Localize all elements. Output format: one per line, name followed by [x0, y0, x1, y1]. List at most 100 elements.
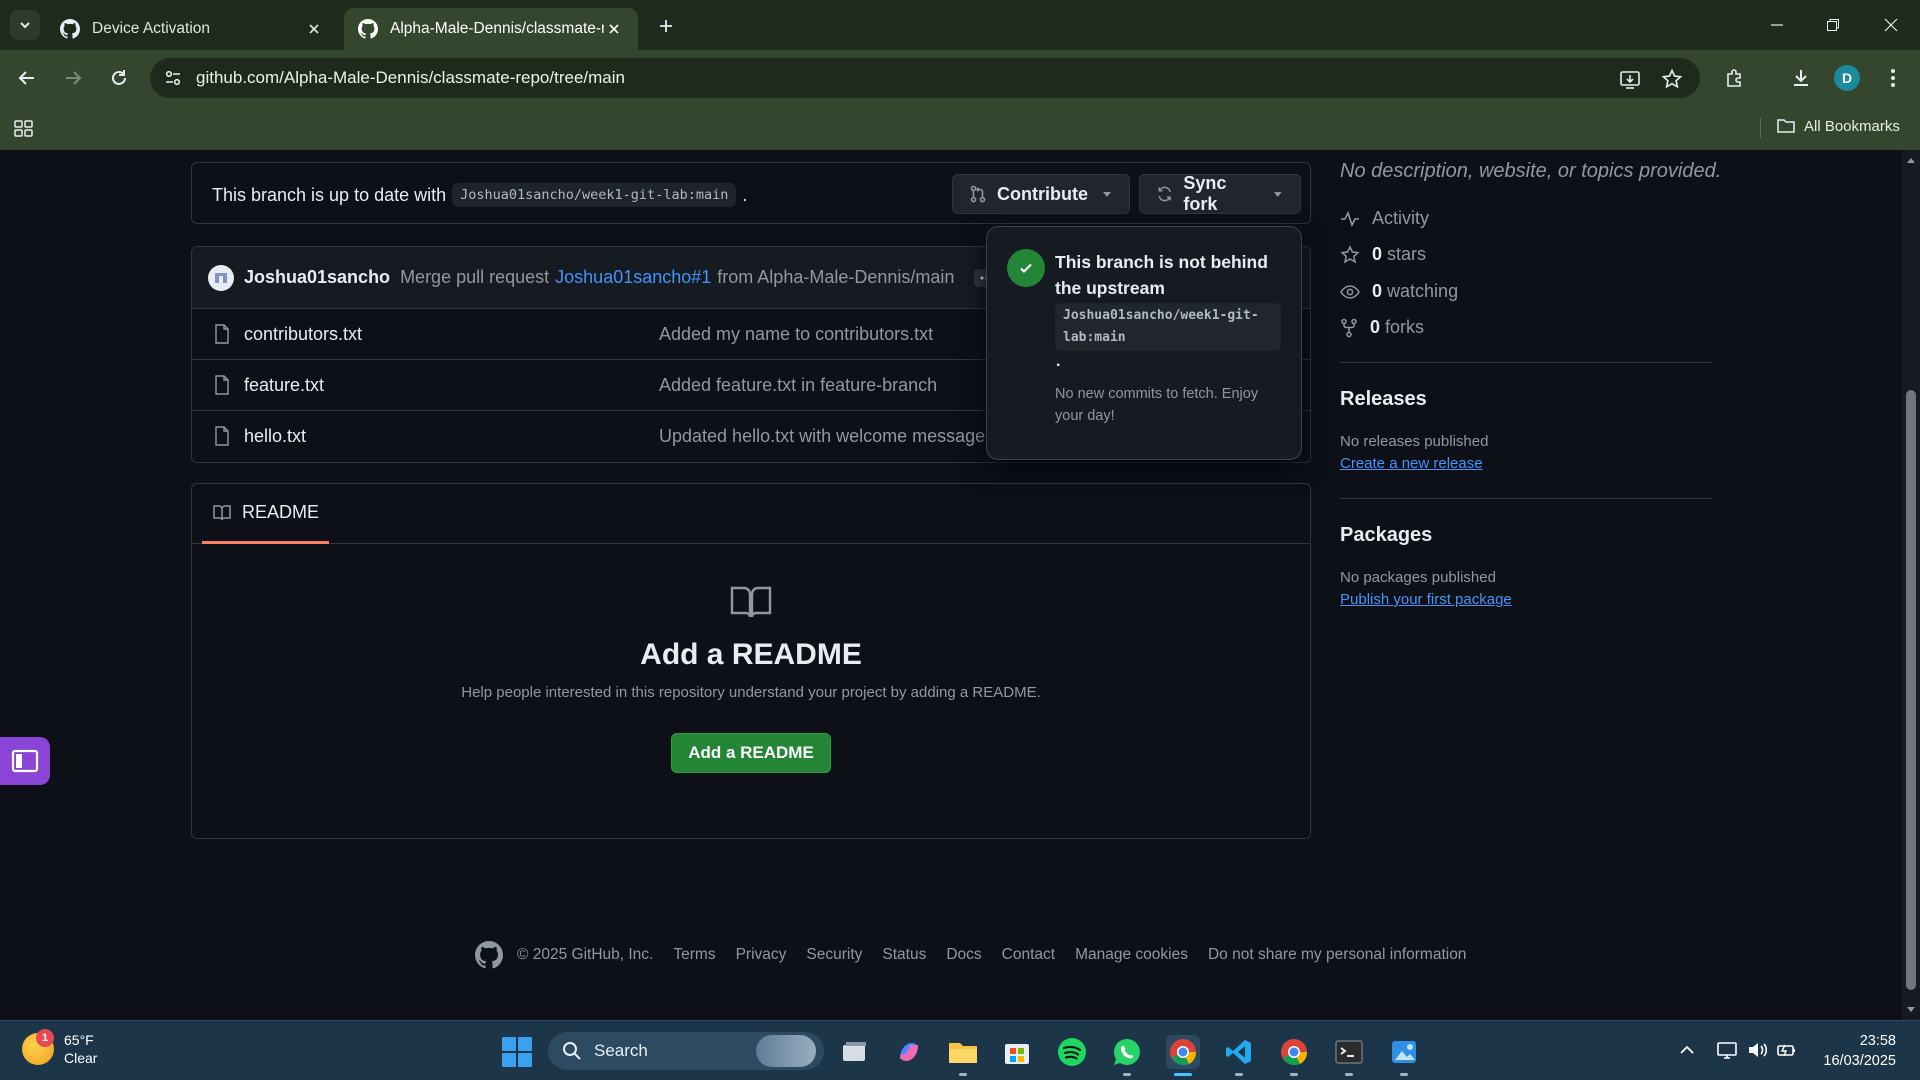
pull-request-link[interactable]: Joshua01sancho#1	[555, 267, 711, 288]
commit-author[interactable]: Joshua01sancho	[244, 267, 390, 288]
microsoft-store-icon[interactable]	[1000, 1035, 1034, 1069]
new-tab-button[interactable]	[652, 12, 680, 40]
chevron-up-icon[interactable]	[1676, 1039, 1698, 1061]
copilot-icon[interactable]	[892, 1035, 926, 1069]
download-icon	[1794, 70, 1808, 86]
tab-readme[interactable]: README	[202, 484, 330, 544]
footer-link-do-not-share[interactable]: Do not share my personal information	[1208, 946, 1466, 964]
minimize-button[interactable]	[1762, 10, 1792, 40]
github-icon[interactable]	[475, 941, 503, 969]
profile-avatar[interactable]: D	[1834, 65, 1860, 91]
downloads-button[interactable]	[1786, 63, 1816, 93]
side-panel-button[interactable]	[0, 737, 50, 785]
sidebar-icon	[11, 749, 39, 773]
sidebar-divider	[1340, 498, 1712, 499]
tab-search-button[interactable]	[10, 10, 40, 40]
file-name[interactable]: contributors.txt	[244, 324, 362, 345]
network-icon[interactable]	[1716, 1039, 1738, 1061]
running-indicator	[1400, 1073, 1408, 1076]
publish-package-link[interactable]: Publish your first package	[1340, 591, 1512, 608]
star-icon	[1340, 244, 1360, 263]
taskbar-search[interactable]: Search	[548, 1032, 824, 1070]
restore-icon	[1827, 19, 1839, 31]
reload-button[interactable]	[104, 63, 134, 93]
system-clock[interactable]: 23:58 16/03/2025	[1812, 1031, 1896, 1071]
clock-time: 23:58	[1859, 1033, 1896, 1049]
footer-link-security[interactable]: Security	[806, 946, 862, 964]
weather-temp: 65°F	[64, 1032, 94, 1048]
address-bar[interactable]: github.com/Alpha-Male-Dennis/classmate-r…	[150, 58, 1700, 98]
spotify-icon[interactable]	[1055, 1035, 1089, 1069]
footer-link-contact[interactable]: Contact	[1002, 946, 1055, 964]
start-button[interactable]	[502, 1037, 532, 1067]
file-name[interactable]: feature.txt	[244, 375, 324, 396]
footer-link-docs[interactable]: Docs	[946, 946, 981, 964]
running-indicator	[959, 1073, 967, 1076]
extensions-button[interactable]	[1720, 63, 1750, 93]
clock-date: 16/03/2025	[1823, 1053, 1896, 1069]
file-explorer-icon[interactable]	[946, 1035, 980, 1069]
page-scrollbar[interactable]	[1902, 150, 1920, 1020]
activity-link[interactable]: Activity	[1340, 208, 1429, 229]
watching-count: 0	[1372, 281, 1383, 301]
install-app-icon[interactable]	[1618, 67, 1642, 91]
releases-heading[interactable]: Releases	[1340, 388, 1427, 411]
avatar[interactable]	[208, 264, 234, 291]
photos-icon[interactable]	[1387, 1035, 1421, 1069]
star-icon[interactable]	[1660, 67, 1684, 91]
task-view-icon[interactable]	[838, 1035, 872, 1069]
add-readme-button[interactable]: Add a README	[671, 733, 831, 773]
forks-link[interactable]: 0 forks	[1340, 317, 1424, 338]
github-icon	[358, 19, 378, 39]
file-commit-message[interactable]: Updated hello.txt with welcome message	[659, 426, 985, 447]
whatsapp-icon[interactable]	[1110, 1035, 1144, 1069]
close-icon[interactable]	[604, 19, 624, 39]
terminal-icon[interactable]	[1332, 1035, 1366, 1069]
browser-tabstrip: Device Activation Alpha-Male-Dennis/clas…	[0, 0, 1920, 50]
footer-link-manage-cookies[interactable]: Manage cookies	[1075, 946, 1188, 964]
tab-device-activation[interactable]: Device Activation	[46, 8, 338, 50]
footer-link-terms[interactable]: Terms	[673, 946, 715, 964]
packages-heading[interactable]: Packages	[1340, 524, 1432, 547]
battery-icon[interactable]	[1776, 1039, 1798, 1061]
browser-menu-button[interactable]	[1878, 63, 1908, 93]
file-commit-message[interactable]: Added feature.txt in feature-branch	[659, 375, 937, 396]
commit-message-suffix: from Alpha-Male-Dennis/main	[717, 267, 955, 287]
sync-icon	[1158, 186, 1171, 202]
scroll-up-icon[interactable]	[1906, 156, 1916, 166]
watching-link[interactable]: 0 watching	[1340, 281, 1458, 302]
volume-icon[interactable]	[1746, 1039, 1768, 1061]
restore-button[interactable]	[1818, 10, 1848, 40]
scrollbar-thumb[interactable]	[1906, 390, 1916, 990]
apps-grid-icon[interactable]	[12, 117, 36, 141]
chrome-icon[interactable]	[1277, 1035, 1311, 1069]
close-icon[interactable]	[304, 19, 324, 39]
vscode-icon[interactable]	[1222, 1035, 1256, 1069]
site-info-icon[interactable]	[162, 67, 184, 89]
contribute-button[interactable]: Contribute	[952, 174, 1130, 214]
sync-fork-button[interactable]: Sync fork	[1139, 173, 1301, 214]
readme-tab-label: README	[242, 502, 320, 522]
check-circle-icon	[1007, 249, 1045, 287]
stars-label: stars	[1387, 244, 1427, 264]
close-window-button[interactable]	[1876, 10, 1906, 40]
create-release-link[interactable]: Create a new release	[1340, 455, 1483, 472]
branch-status-suffix: .	[742, 184, 748, 205]
footer-link-privacy[interactable]: Privacy	[736, 946, 787, 964]
all-bookmarks-button[interactable]: All Bookmarks	[1776, 117, 1900, 135]
file-commit-message[interactable]: Added my name to contributors.txt	[659, 324, 933, 345]
stars-link[interactable]: 0 stars	[1340, 244, 1426, 265]
chrome-icon[interactable]	[1166, 1035, 1200, 1069]
back-button[interactable]	[12, 63, 42, 93]
active-indicator	[1174, 1073, 1192, 1076]
folder-icon	[1777, 119, 1795, 133]
tab-classmate-repo[interactable]: Alpha-Male-Dennis/classmate-r	[344, 8, 638, 50]
tab-title: Device Activation	[92, 20, 211, 37]
weather-widget[interactable]: 1 65°F Clear	[22, 1029, 97, 1067]
scroll-down-icon[interactable]	[1906, 1004, 1916, 1014]
footer-link-status[interactable]: Status	[882, 946, 926, 964]
bookmarks-divider	[1760, 118, 1761, 138]
file-name[interactable]: hello.txt	[244, 426, 306, 447]
minimize-icon	[1771, 24, 1783, 26]
forward-button[interactable]	[58, 63, 88, 93]
